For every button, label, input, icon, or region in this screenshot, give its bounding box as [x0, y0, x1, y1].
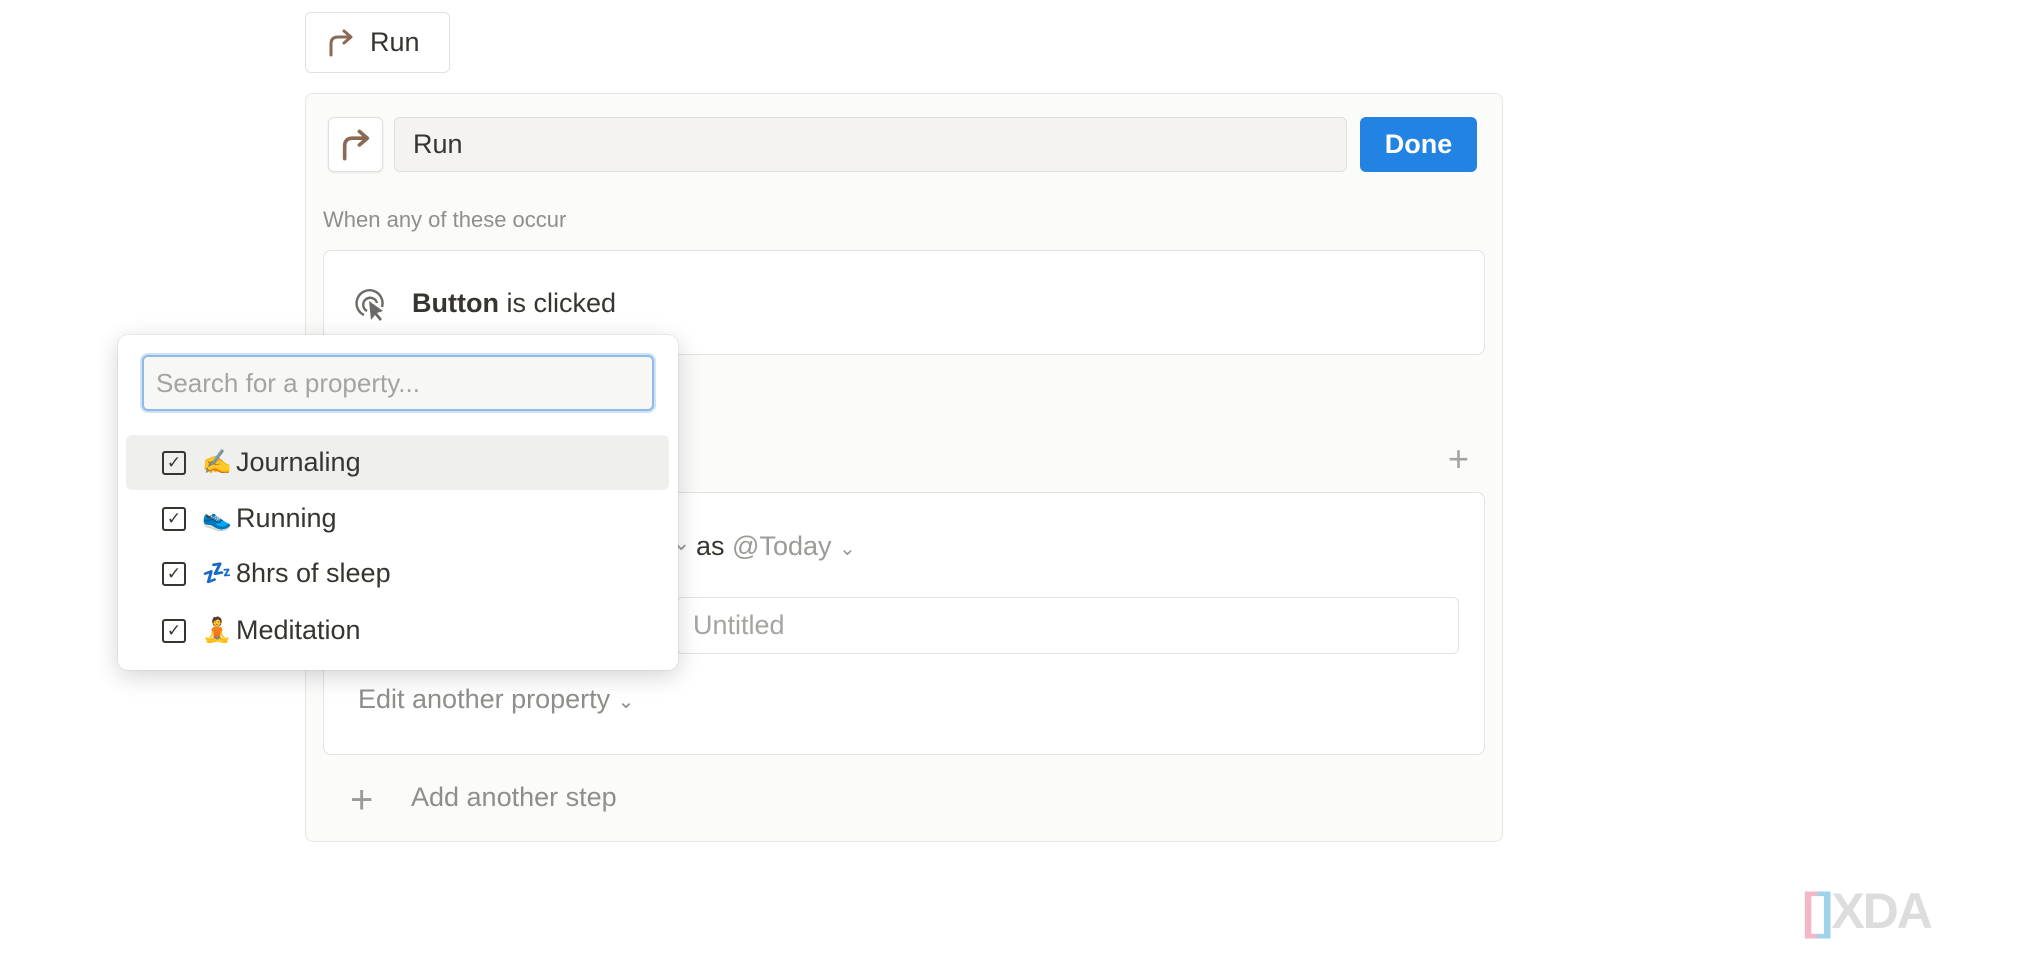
cursor-click-icon	[355, 289, 384, 321]
edit-another-label: Edit another property	[358, 684, 611, 714]
run-button-label: Run	[370, 27, 420, 57]
property-label: Running	[236, 503, 337, 533]
as-label: as	[696, 531, 725, 561]
add-another-step-button[interactable]: Add another step	[411, 782, 617, 813]
property-label: 8hrs of sleep	[236, 558, 391, 588]
shoe-icon: 👟	[202, 505, 232, 532]
arrow-turn-up-right-icon	[329, 29, 353, 56]
property-label: Journaling	[236, 447, 361, 477]
icon-picker-button[interactable]	[328, 117, 383, 172]
xda-watermark-logo: []XDA	[1802, 883, 1933, 939]
meditation-icon: 🧘	[202, 617, 232, 644]
checkbox-checked-icon[interactable]: ✓	[162, 561, 186, 586]
checkbox-checked-icon[interactable]: ✓	[162, 450, 186, 475]
run-button-preview[interactable]: Run	[305, 12, 450, 73]
checkbox-checked-icon[interactable]: ✓	[162, 506, 186, 531]
property-item-meditation[interactable]: ✓ 🧘 Meditation	[126, 603, 669, 658]
property-item-running[interactable]: ✓ 👟 Running	[126, 491, 669, 546]
date-value: @Today	[732, 531, 832, 561]
property-search-input[interactable]	[142, 355, 654, 411]
property-item-sleep[interactable]: ✓ 💤 8hrs of sleep	[126, 546, 669, 601]
trigger-text: Button is clicked	[412, 288, 616, 318]
add-action-plus-icon[interactable]: +	[1448, 438, 1469, 480]
button-name-input[interactable]: Run	[394, 117, 1347, 172]
date-setter[interactable]: as @Today ⌄	[696, 531, 856, 562]
done-button[interactable]: Done	[1360, 117, 1477, 172]
chevron-down-icon: ⌄	[617, 691, 635, 713]
chevron-down-icon: ⌄	[839, 538, 856, 560]
property-label: Meditation	[236, 615, 361, 645]
writing-hand-icon: ✍️	[202, 449, 232, 476]
title-input[interactable]: Untitled	[676, 597, 1459, 654]
zzz-icon: 💤	[202, 560, 232, 587]
checkbox-checked-icon[interactable]: ✓	[162, 618, 186, 643]
property-item-journaling[interactable]: ✓ ✍️ Journaling	[126, 435, 669, 490]
edit-another-property-button[interactable]: Edit another property ⌄	[358, 684, 634, 715]
trigger-heading: When any of these occur	[323, 207, 567, 232]
arrow-turn-up-right-icon	[342, 129, 369, 160]
plus-icon[interactable]: +	[350, 778, 373, 823]
